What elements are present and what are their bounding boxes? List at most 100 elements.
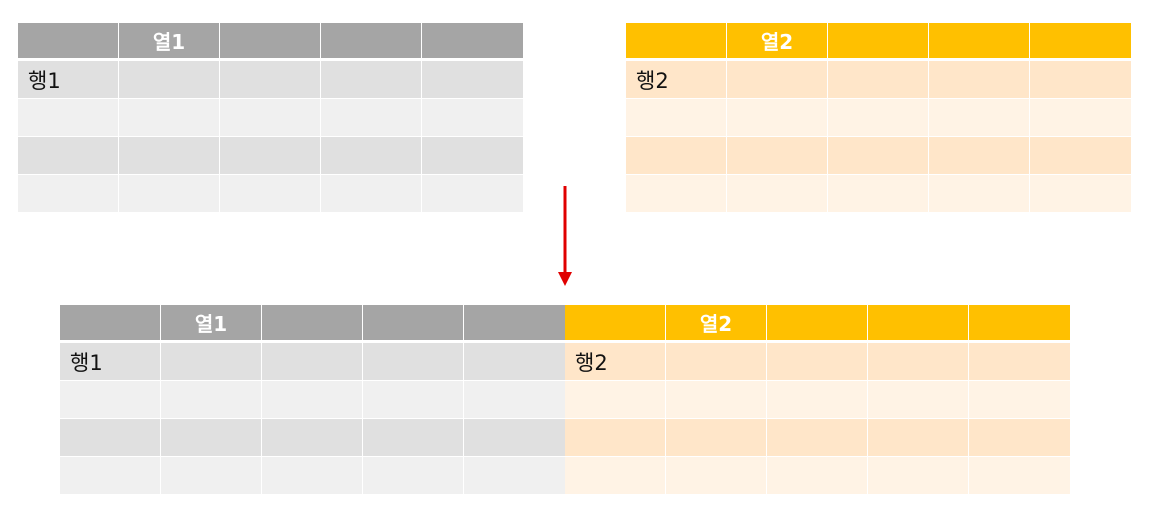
table-cell bbox=[868, 381, 969, 418]
table-row bbox=[18, 99, 523, 137]
table-cell bbox=[828, 99, 929, 136]
table-cell bbox=[18, 137, 119, 174]
merged-header-cell bbox=[363, 305, 464, 340]
table-2-header-row: 열2 bbox=[626, 23, 1131, 61]
table-cell bbox=[422, 99, 523, 136]
merged-header-cell bbox=[767, 305, 868, 340]
table-cell bbox=[60, 381, 161, 418]
table-row bbox=[626, 99, 1131, 137]
table-cell bbox=[18, 99, 119, 136]
table-cell bbox=[929, 137, 1030, 174]
table-row bbox=[565, 381, 1070, 419]
table-cell bbox=[626, 137, 727, 174]
table-cell bbox=[767, 419, 868, 456]
table-cell bbox=[929, 99, 1030, 136]
merged-header-cell bbox=[262, 305, 363, 340]
merged-header-cell bbox=[969, 305, 1070, 340]
table-1-header-cell bbox=[18, 23, 119, 58]
table-cell bbox=[161, 419, 262, 456]
table-cell bbox=[464, 457, 565, 494]
table-cell bbox=[767, 381, 868, 418]
table-row: 행1 bbox=[60, 343, 565, 381]
table-row bbox=[565, 457, 1070, 495]
merged-left-row-label: 행1 bbox=[60, 343, 161, 380]
table-1-header-row: 열1 bbox=[18, 23, 523, 61]
table-cell bbox=[767, 457, 868, 494]
merged-header-cell bbox=[565, 305, 666, 340]
table-cell bbox=[565, 457, 666, 494]
table-row: 행1 bbox=[18, 61, 523, 99]
table-cell bbox=[1030, 137, 1131, 174]
table-cell bbox=[565, 381, 666, 418]
table-row: 행2 bbox=[565, 343, 1070, 381]
table-cell bbox=[464, 381, 565, 418]
table-cell bbox=[727, 175, 828, 212]
table-cell bbox=[727, 61, 828, 98]
merged-left-col-header: 열1 bbox=[161, 305, 262, 340]
table-cell bbox=[666, 419, 767, 456]
table-cell bbox=[422, 137, 523, 174]
table-cell bbox=[119, 61, 220, 98]
table-cell bbox=[119, 175, 220, 212]
table-cell bbox=[969, 343, 1070, 380]
table-cell bbox=[626, 99, 727, 136]
table-2-header-cell bbox=[828, 23, 929, 58]
table-cell bbox=[727, 137, 828, 174]
table-cell bbox=[464, 419, 565, 456]
table-cell bbox=[161, 343, 262, 380]
table-cell bbox=[1030, 175, 1131, 212]
table-cell bbox=[220, 175, 321, 212]
table-cell bbox=[220, 61, 321, 98]
table-cell bbox=[161, 381, 262, 418]
table-row bbox=[60, 381, 565, 419]
table-cell bbox=[1030, 61, 1131, 98]
table-1-header-cell bbox=[422, 23, 523, 58]
table-cell bbox=[18, 175, 119, 212]
table-row bbox=[60, 419, 565, 457]
merged-table: 열1 행1 열2 행2 bbox=[60, 305, 1070, 495]
table-cell bbox=[321, 61, 422, 98]
table-cell bbox=[666, 457, 767, 494]
table-2-col-header: 열2 bbox=[727, 23, 828, 58]
table-cell bbox=[868, 343, 969, 380]
table-cell bbox=[969, 457, 1070, 494]
merged-table-right-part: 열2 행2 bbox=[565, 305, 1070, 495]
table-2-header-cell bbox=[626, 23, 727, 58]
table-cell bbox=[464, 343, 565, 380]
table-1-row-label: 행1 bbox=[18, 61, 119, 98]
table-cell bbox=[220, 137, 321, 174]
table-cell bbox=[262, 381, 363, 418]
table-cell bbox=[363, 419, 464, 456]
table-cell bbox=[321, 99, 422, 136]
merged-left-header-row: 열1 bbox=[60, 305, 565, 343]
table-row bbox=[18, 175, 523, 213]
table-cell bbox=[262, 457, 363, 494]
table-cell bbox=[828, 61, 929, 98]
table-cell bbox=[422, 175, 523, 212]
table-2-row-label: 행2 bbox=[626, 61, 727, 98]
table-cell bbox=[422, 61, 523, 98]
merged-table-left-part: 열1 행1 bbox=[60, 305, 565, 495]
table-cell bbox=[60, 457, 161, 494]
table-cell bbox=[828, 175, 929, 212]
table-cell bbox=[929, 61, 1030, 98]
table-row bbox=[626, 175, 1131, 213]
table-row bbox=[565, 419, 1070, 457]
table-cell bbox=[220, 99, 321, 136]
merged-right-row-label: 행2 bbox=[565, 343, 666, 380]
table-cell bbox=[828, 137, 929, 174]
table-row: 행2 bbox=[626, 61, 1131, 99]
table-cell bbox=[666, 343, 767, 380]
table-1-col-header: 열1 bbox=[119, 23, 220, 58]
table-2-header-cell bbox=[1030, 23, 1131, 58]
down-arrow-icon bbox=[558, 186, 572, 286]
table-cell bbox=[363, 381, 464, 418]
merged-header-cell bbox=[868, 305, 969, 340]
table-cell bbox=[119, 137, 220, 174]
table-cell bbox=[161, 457, 262, 494]
table-cell bbox=[262, 343, 363, 380]
table-cell bbox=[119, 99, 220, 136]
merged-header-cell bbox=[60, 305, 161, 340]
merged-right-col-header: 열2 bbox=[666, 305, 767, 340]
table-2-header-cell bbox=[929, 23, 1030, 58]
